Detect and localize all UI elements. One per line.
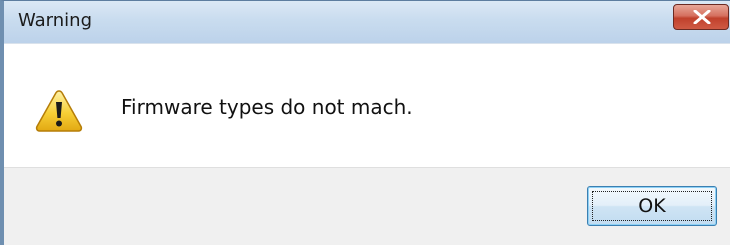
warning-dialog: Warning Firmware types do not mach. OK (0, 0, 730, 245)
ok-button[interactable]: OK (587, 186, 717, 226)
close-button[interactable] (673, 4, 729, 30)
ok-button-label: OK (638, 195, 666, 217)
dialog-title: Warning (18, 10, 93, 31)
dialog-content: Firmware types do not mach. (4, 43, 730, 167)
close-icon (693, 10, 711, 24)
dialog-message: Firmware types do not mach. (121, 95, 413, 119)
title-bar: Warning (4, 1, 730, 43)
button-bar: OK (4, 167, 730, 245)
warning-icon (35, 90, 83, 132)
